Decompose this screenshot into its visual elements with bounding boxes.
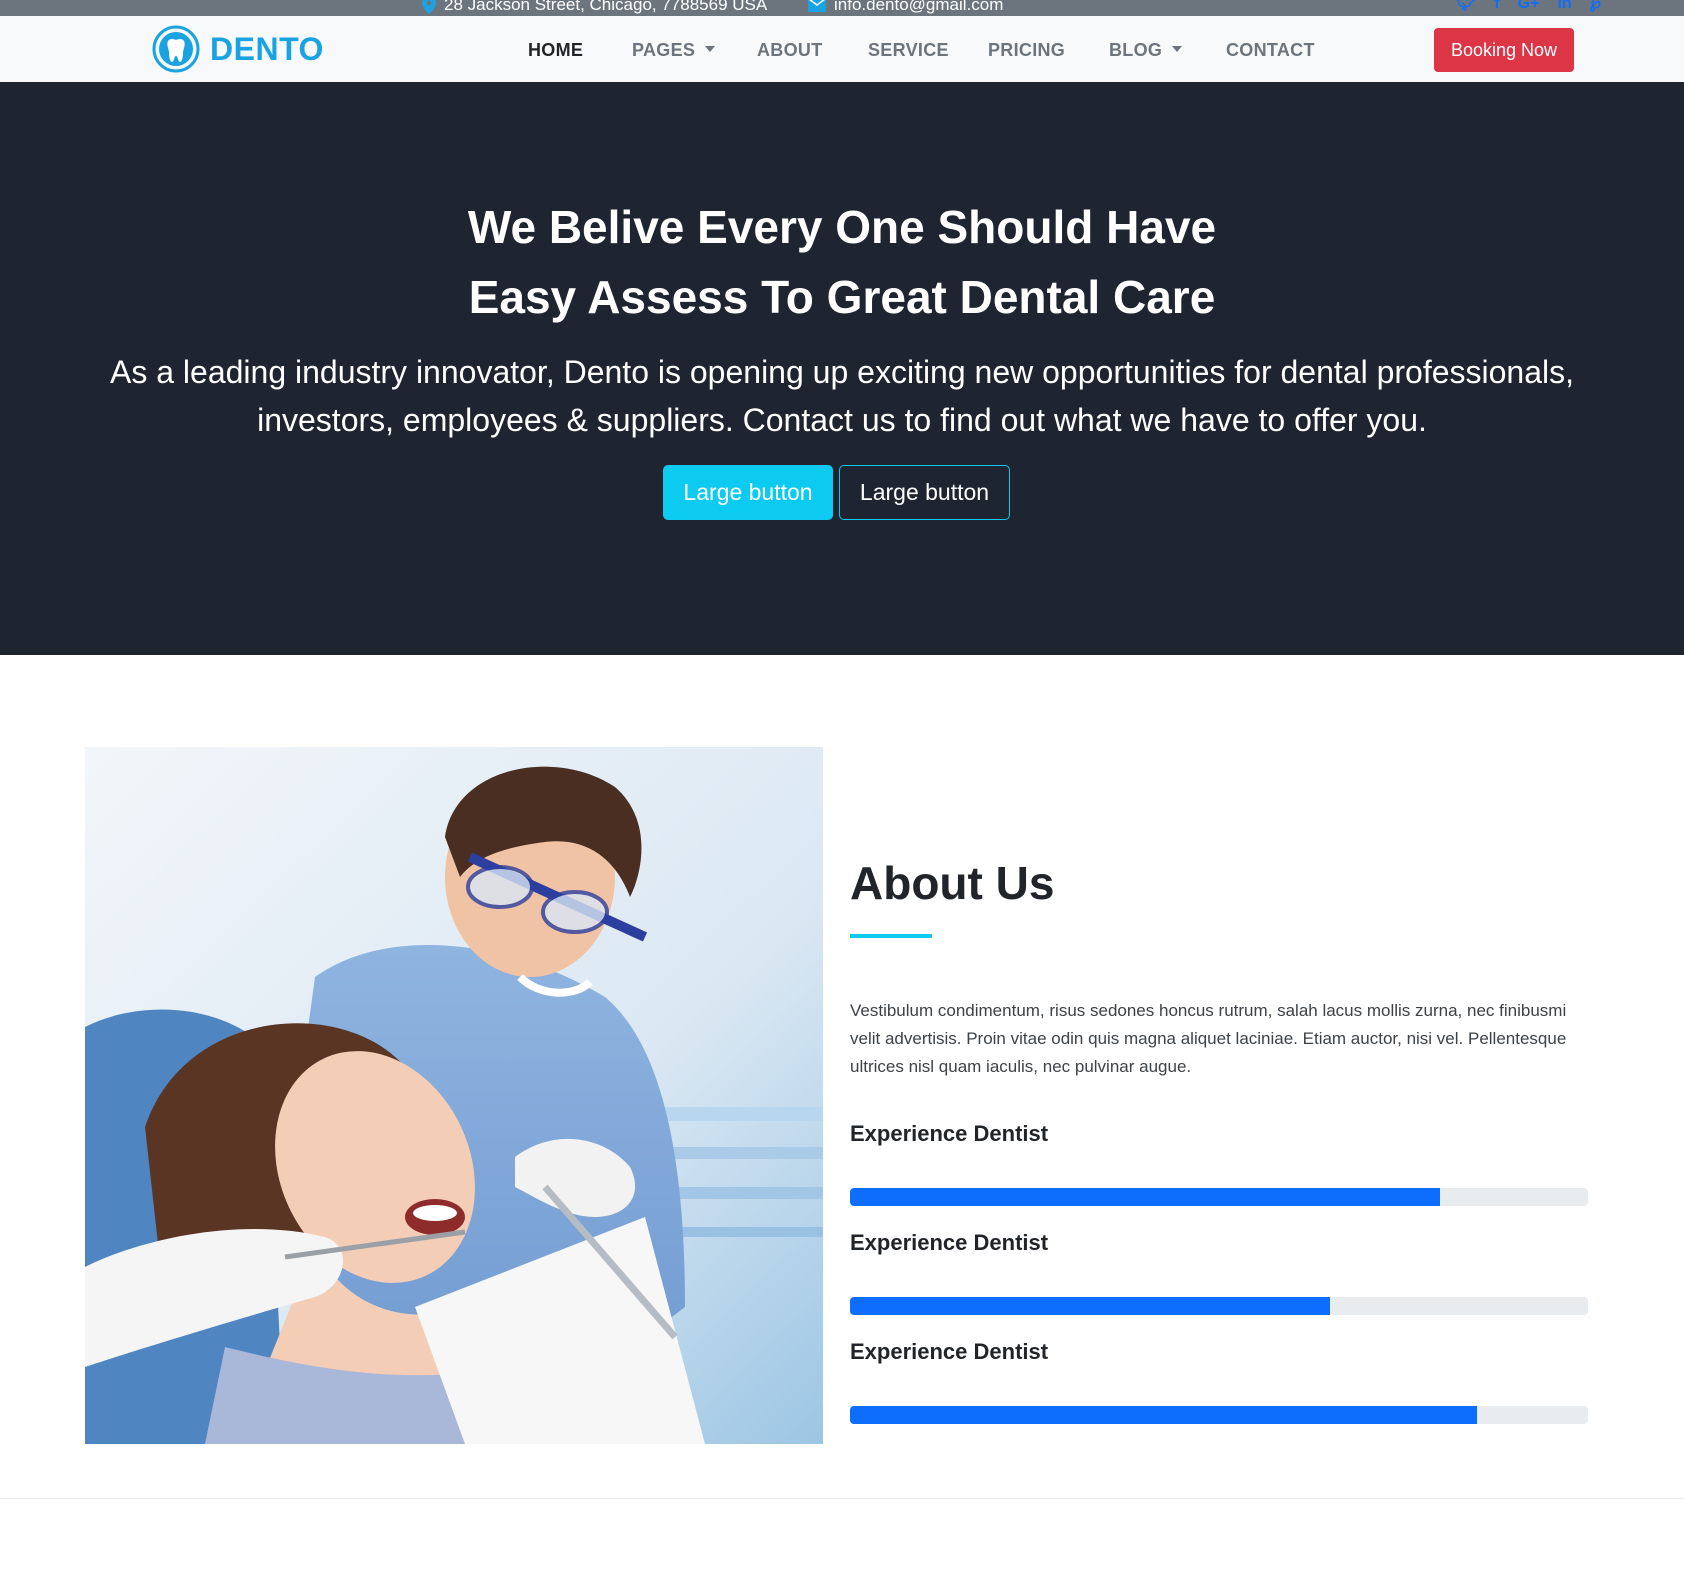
skill-progress-bar-2 xyxy=(850,1297,1330,1315)
nav-about[interactable]: ABOUT xyxy=(757,40,823,61)
nav-pages-label: PAGES xyxy=(632,40,696,60)
skill-label-3: Experience Dentist xyxy=(850,1339,1049,1364)
nav-blog[interactable]: BLOG xyxy=(1109,40,1183,61)
skill-progress-3 xyxy=(850,1406,1588,1424)
skill-label-2: Experience Dentist xyxy=(850,1230,1049,1255)
hero-secondary-button[interactable]: Large button xyxy=(839,465,1010,520)
section-divider xyxy=(0,1498,1684,1499)
envelope-icon xyxy=(808,0,826,12)
top-info-bar: 28 Jackson Street, Chicago, 7788569 USA … xyxy=(0,0,1684,16)
nav-pages[interactable]: PAGES xyxy=(632,40,716,61)
skill-progress-1 xyxy=(850,1188,1588,1206)
nav-service[interactable]: SERVICE xyxy=(868,40,949,61)
twitter-icon[interactable]: 🐦︎ xyxy=(1456,0,1476,14)
hero-title-line-1: We Belive Every One Should Have xyxy=(467,201,1217,253)
hero-section: We Belive Every One Should Have Easy Ass… xyxy=(0,82,1684,655)
about-title-underline xyxy=(850,934,932,938)
hero-title-line-2: Easy Assess To Great Dental Care xyxy=(468,271,1216,323)
address-text: 28 Jackson Street, Chicago, 7788569 USA xyxy=(444,0,768,14)
hero-subtitle-line-2: investors, employees & suppliers. Contac… xyxy=(257,402,1427,438)
hero-primary-button[interactable]: Large button xyxy=(663,465,833,520)
skill-progress-bar-1 xyxy=(850,1188,1441,1206)
hero-subtitle-line-1: As a leading industry innovator, Dento i… xyxy=(109,354,1574,390)
brand-name: DENTO xyxy=(210,30,324,67)
skill-progress-bar-3 xyxy=(850,1406,1478,1424)
address-info: 28 Jackson Street, Chicago, 7788569 USA xyxy=(422,0,767,15)
nav-pricing[interactable]: PRICING xyxy=(988,40,1065,61)
about-title: About Us xyxy=(850,857,1055,909)
chevron-down-icon xyxy=(705,46,716,52)
brand-logo[interactable]: DENTO xyxy=(152,25,324,73)
facebook-icon[interactable]: f xyxy=(1494,0,1499,14)
pinterest-icon[interactable]: ℘ xyxy=(1590,0,1601,14)
social-links: 🐦︎ f G+ in ℘ xyxy=(1456,0,1619,14)
nav-blog-label: BLOG xyxy=(1109,40,1163,60)
main-navbar: DENTO HOME PAGES ABOUT SERVICE PRICING B… xyxy=(0,16,1684,82)
email-info: info.dento@gmail.com xyxy=(808,0,1003,15)
nav-home[interactable]: HOME xyxy=(528,40,583,61)
booking-now-button[interactable]: Booking Now xyxy=(1434,28,1574,72)
skill-label-1: Experience Dentist xyxy=(850,1121,1049,1146)
nav-contact[interactable]: CONTACT xyxy=(1226,40,1315,61)
skill-progress-2 xyxy=(850,1297,1588,1315)
tooth-icon xyxy=(152,25,200,73)
map-pin-icon xyxy=(422,0,436,14)
email-text[interactable]: info.dento@gmail.com xyxy=(834,0,1003,15)
chevron-down-icon xyxy=(1172,46,1183,52)
google-plus-icon[interactable]: G+ xyxy=(1518,0,1540,14)
linkedin-icon[interactable]: in xyxy=(1557,0,1571,14)
about-description: Vestibulum condimentum, risus sedones ho… xyxy=(850,1001,1567,1076)
dentist-photo xyxy=(85,747,823,1444)
